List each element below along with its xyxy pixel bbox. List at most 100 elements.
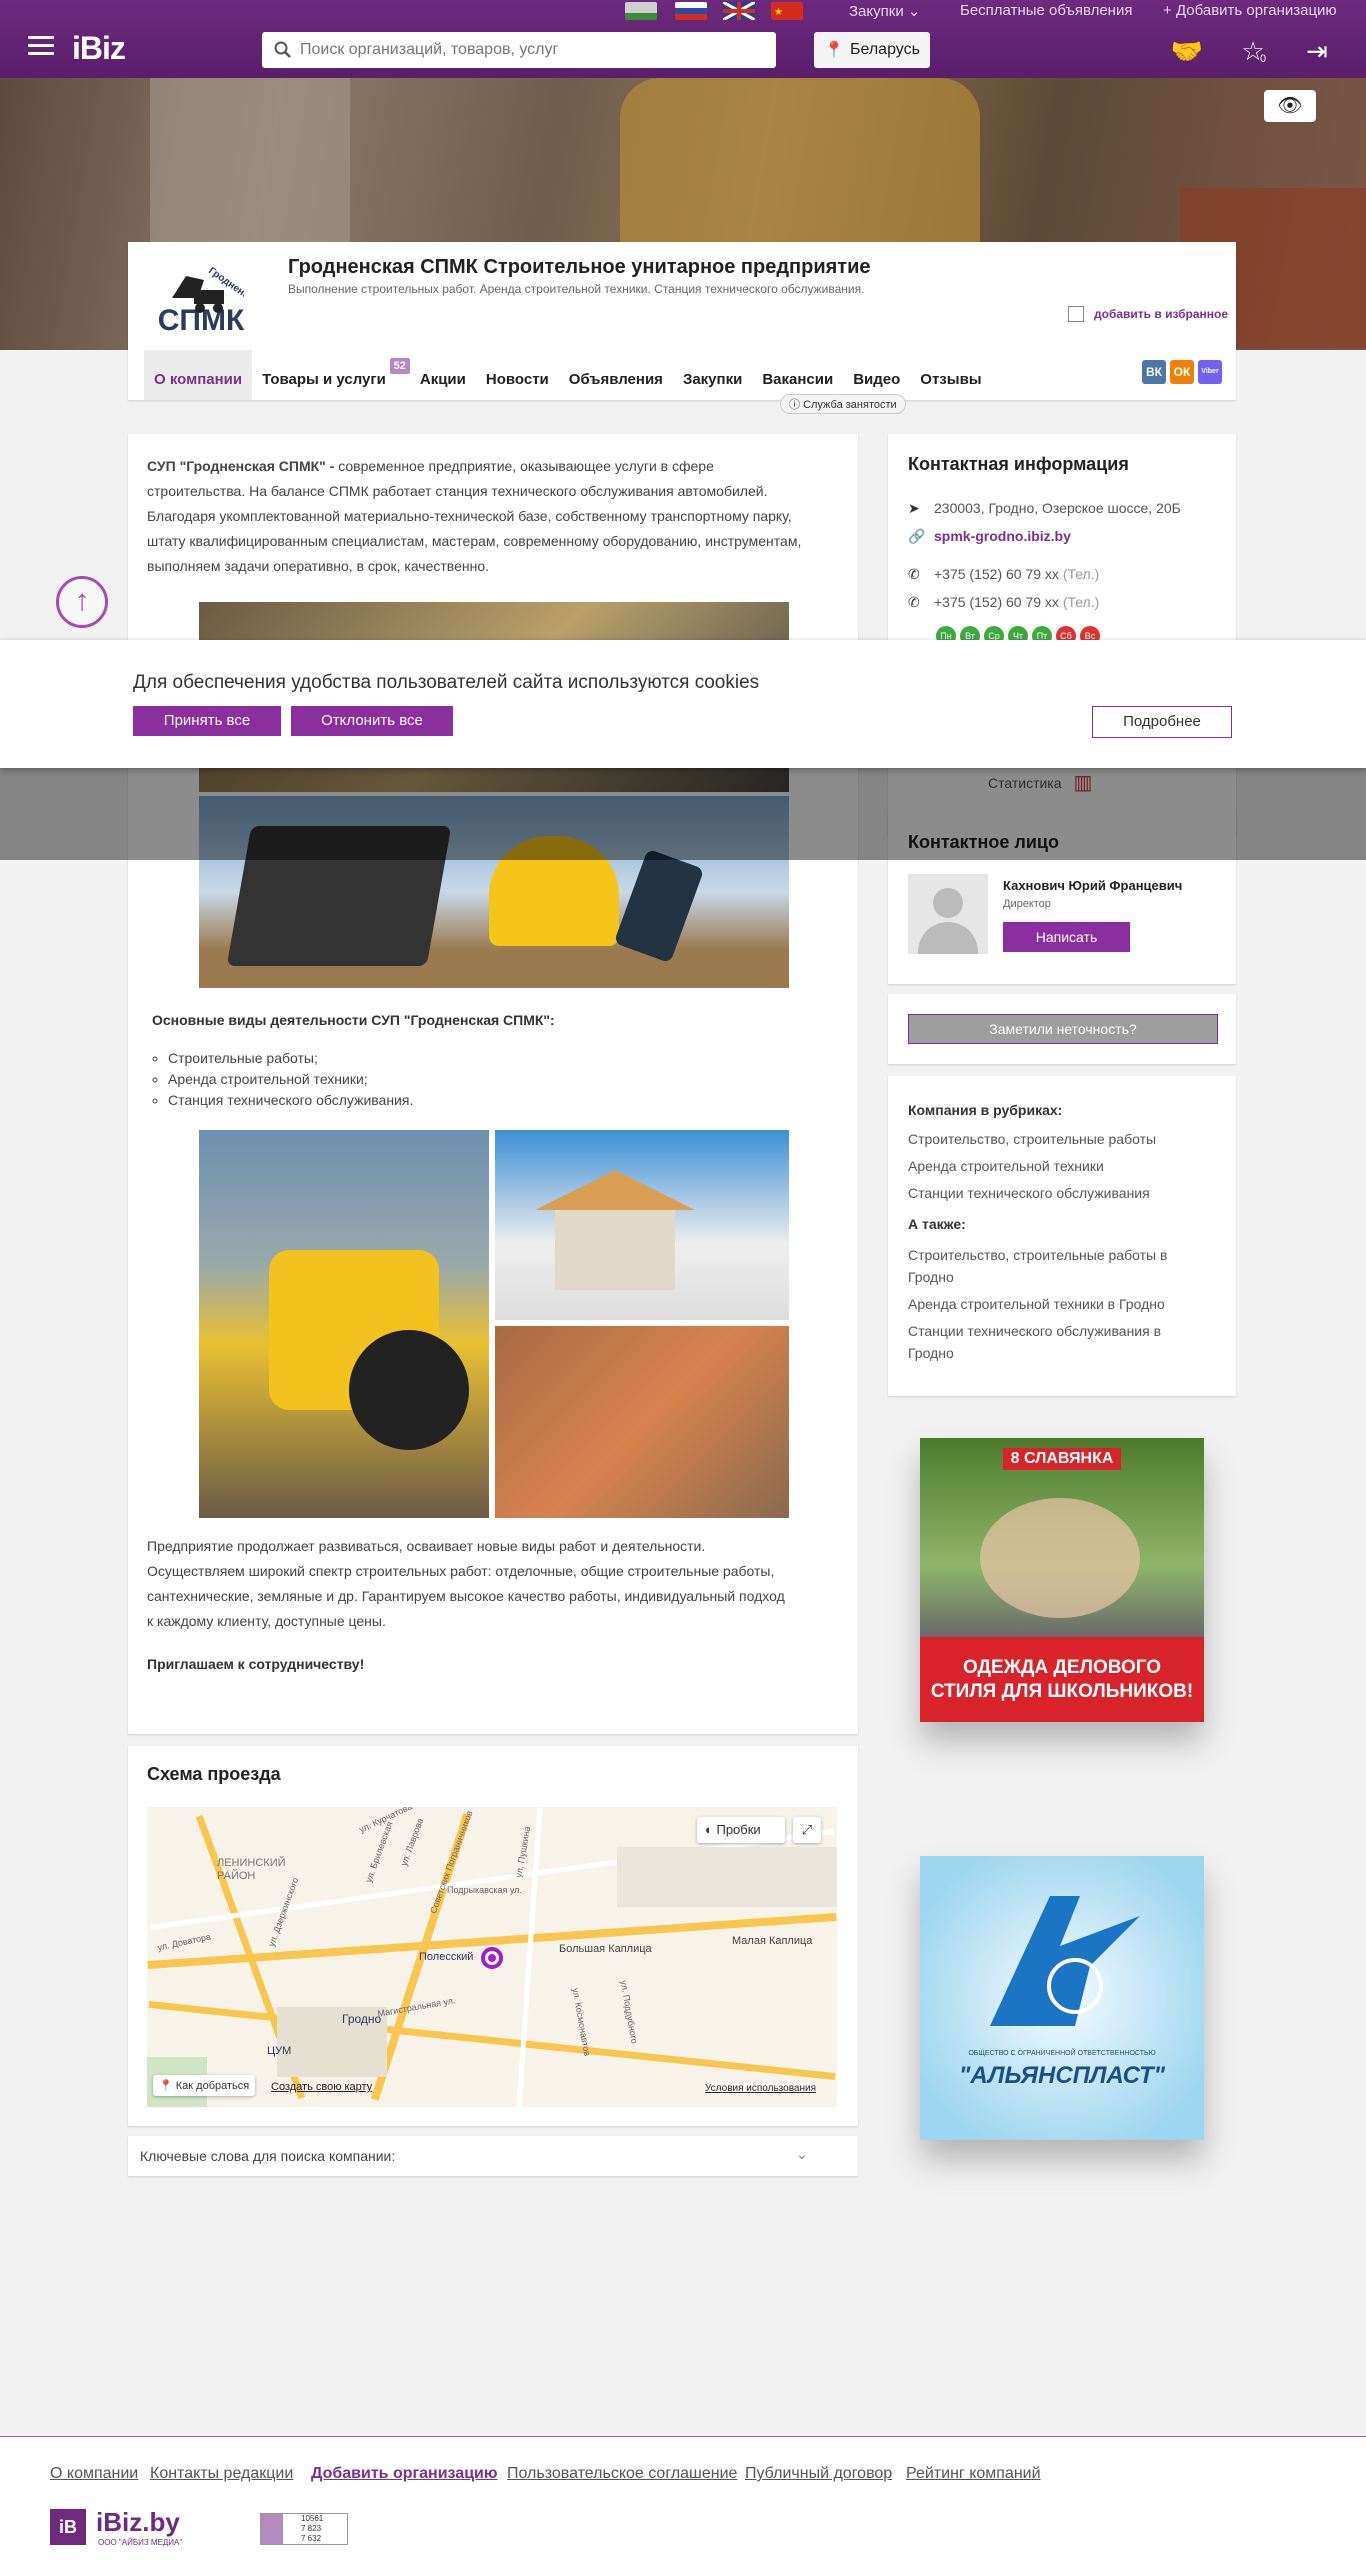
footer-link-rating[interactable]: Рейтинг компаний xyxy=(906,2465,1041,2483)
phone-icon: ✆ xyxy=(908,565,920,582)
map-label-tsum: ЦУМ xyxy=(267,2045,292,2057)
cookie-text: Для обеспечения удобства пользователей с… xyxy=(133,672,760,693)
cookie-more-button[interactable]: Подробнее xyxy=(1092,706,1232,738)
rubric-link[interactable]: Гродно xyxy=(908,1266,1167,1288)
flag-en-icon[interactable] xyxy=(722,0,756,22)
outro-line: Осуществляем широкий спектр строительных… xyxy=(147,1563,775,1579)
site-link[interactable]: spmk-grodno.ibiz.by xyxy=(934,528,1071,544)
vk-icon[interactable]: ВК xyxy=(1142,360,1166,384)
address-text: 230003, Гродно, Озерское шоссе, 20Б xyxy=(934,500,1181,516)
traffic-icon: ◐ xyxy=(705,1822,713,1837)
free-ads-link[interactable]: Бесплатные объявления xyxy=(960,2,1132,19)
visitor-counter[interactable]: 10561 7 823 7 632 xyxy=(260,2513,348,2545)
rubric-link[interactable]: Гродно xyxy=(908,1342,1167,1364)
footer-link-terms[interactable]: Пользовательское соглашение xyxy=(507,2465,737,2483)
tab-about[interactable]: О компании xyxy=(144,350,253,400)
login-icon[interactable]: ⇥ xyxy=(1300,34,1334,68)
tab-video[interactable]: Видео xyxy=(843,350,910,400)
flag-cn-icon[interactable]: ★ xyxy=(771,2,803,20)
intro-line: выполняем задачи оперативно, в срок, кач… xyxy=(147,558,489,574)
phone-number[interactable]: +375 (152) 60 79 xx xyxy=(934,566,1059,582)
keywords-accordion[interactable]: Ключевые слова для поиска компании: ⌄ xyxy=(128,2136,858,2176)
search-input[interactable] xyxy=(300,41,770,59)
ad1-brand: 8 СЛАВЯНКА xyxy=(1002,1448,1122,1470)
flag-ru-icon[interactable] xyxy=(675,2,707,20)
company-subtitle: Выполнение строительных работ. Аренда ст… xyxy=(288,282,865,296)
add-to-favorites[interactable]: добавить в избранное xyxy=(1068,306,1228,322)
write-button[interactable]: Написать xyxy=(1003,922,1130,952)
decline-cookies-button[interactable]: Отклонить все xyxy=(291,706,453,736)
footer-link-about[interactable]: О компании xyxy=(50,2465,138,2483)
phone-icon: ✆ xyxy=(908,593,920,610)
map-label-street: Магистральная ул. xyxy=(376,1995,457,2019)
tab-products[interactable]: Товары и услуги 52 xyxy=(252,350,410,400)
region-select[interactable]: 📍 Беларусь xyxy=(814,32,930,68)
list-item: Строительные работы; xyxy=(168,1048,413,1069)
rubric-link[interactable]: Станции технического обслуживания в xyxy=(908,1320,1167,1342)
tab-procurement[interactable]: Закупки xyxy=(673,350,752,400)
location-marker-icon[interactable] xyxy=(481,1947,503,1969)
ad-banner-aliansplast[interactable]: ОБЩЕСТВО С ОГРАНИЧЕННОЙ ОТВЕТСТВЕННОСТЬЮ… xyxy=(920,1856,1204,2140)
about-card: СУП "Гродненская СПМК" - современное пре… xyxy=(128,434,858,1734)
rubric-link[interactable]: Аренда строительной техники в Гродно xyxy=(908,1293,1167,1315)
chevron-down-icon: ⌄ xyxy=(907,3,921,20)
tab-news[interactable]: Новости xyxy=(476,350,559,400)
link-icon: 🔗 xyxy=(908,527,926,544)
about-intro: СУП "Гродненская СПМК" - современное пре… xyxy=(147,454,837,579)
tab-reviews[interactable]: Отзывы xyxy=(910,350,991,400)
fullscreen-icon[interactable]: ⤢ xyxy=(793,1817,821,1843)
map-terms-link[interactable]: Условия использования xyxy=(705,2083,816,2094)
tab-vacancies[interactable]: Вакансии xyxy=(752,350,843,400)
search-box[interactable] xyxy=(262,32,776,68)
route-button[interactable]: 📍 Как добраться xyxy=(153,2075,256,2096)
rubric-link[interactable]: Аренда строительной техники xyxy=(908,1155,1156,1177)
footer-brand[interactable]: iBiz.by xyxy=(96,2507,180,2538)
invite-text: Приглашаем к сотрудничеству! xyxy=(147,1656,365,1672)
report-inaccuracy-button[interactable]: Заметили неточность? xyxy=(908,1014,1218,1044)
company-card: Гродненская СПМК Гродненская СПМК Строит… xyxy=(128,242,1236,414)
location-pin-icon: 📍 xyxy=(824,42,844,59)
logo-arc-text: Гродненская xyxy=(206,265,244,310)
procurement-link[interactable]: Закупки ⌄ xyxy=(849,2,920,20)
rubrics-title: Компания в рубриках: xyxy=(908,1102,1063,1118)
map-label-big: Большая Каплица xyxy=(559,1943,652,1955)
procurement-label: Закупки xyxy=(849,3,904,20)
also-list: Строительство, строительные работы в Гро… xyxy=(908,1244,1167,1364)
tab-ads[interactable]: Объявления xyxy=(559,350,673,400)
rubric-link[interactable]: Строительство, строительные работы xyxy=(908,1128,1156,1150)
map-label-street: ул. Поддубного xyxy=(618,1979,640,2045)
jobs-service-badge[interactable]: ⓘ Служба занятости xyxy=(780,394,906,414)
footer-link-add-org[interactable]: Добавить организацию xyxy=(311,2465,498,2483)
flag-by-icon[interactable] xyxy=(625,2,657,20)
add-org-link[interactable]: + Добавить организацию xyxy=(1163,2,1337,19)
create-map-link[interactable]: Создать свою карту xyxy=(271,2081,372,2093)
favorite-checkbox[interactable] xyxy=(1068,306,1084,322)
accept-cookies-button[interactable]: Принять все xyxy=(133,706,281,736)
site-logo[interactable]: iBiz xyxy=(72,30,126,67)
favorite-label: добавить в избранное xyxy=(1094,307,1229,321)
intro-line: Благодаря укомплектованной материально-т… xyxy=(147,508,792,524)
phone-number[interactable]: +375 (152) 60 79 xx xyxy=(934,594,1059,610)
handshake-icon[interactable]: 🤝 xyxy=(1170,34,1204,68)
phone-row: ✆ +375 (152) 60 79 xx (Тел.) xyxy=(908,588,1099,616)
tab-promos[interactable]: Акции xyxy=(410,350,476,400)
cookie-banner: Для обеспечения удобства пользователей с… xyxy=(0,640,1366,768)
menu-icon[interactable] xyxy=(28,36,54,56)
map-label-street: ул. Лаврова xyxy=(398,1816,426,1868)
ad-banner-slavyanka[interactable]: 8 СЛАВЯНКА ОДЕЖДА ДЕЛОВОГО СТИЛЯ ДЛЯ ШКОЛ… xyxy=(920,1438,1204,1722)
scroll-up-icon[interactable]: ↑ xyxy=(56,576,108,628)
footer-link-contacts[interactable]: Контакты редакции xyxy=(150,2465,293,2483)
map-view[interactable]: ЛЕНИНСКИЙ РАЙОН Гродно ЦУМ Полесский Бол… xyxy=(147,1807,837,2107)
viber-icon[interactable]: Viber xyxy=(1198,360,1222,384)
traffic-button[interactable]: ◐ Пробки xyxy=(697,1817,785,1843)
rubrics-list: Строительство, строительные работы Аренд… xyxy=(908,1128,1156,1204)
favorites-star-icon[interactable]: ☆ 0 xyxy=(1236,34,1270,68)
inaccuracy-card: Заметили неточность? xyxy=(888,994,1236,1064)
plus-icon: + xyxy=(1163,2,1172,19)
rubric-link[interactable]: Станции технического обслуживания xyxy=(908,1182,1156,1204)
footer-link-public-contract[interactable]: Публичный договор xyxy=(745,2465,892,2483)
activities-title: Основные виды деятельности СУП "Гродненс… xyxy=(152,1012,555,1028)
ok-icon[interactable]: ОК xyxy=(1170,360,1194,384)
rubric-link[interactable]: Строительство, строительные работы в xyxy=(908,1244,1167,1266)
eye-icon[interactable]: 👁 xyxy=(1264,90,1316,122)
